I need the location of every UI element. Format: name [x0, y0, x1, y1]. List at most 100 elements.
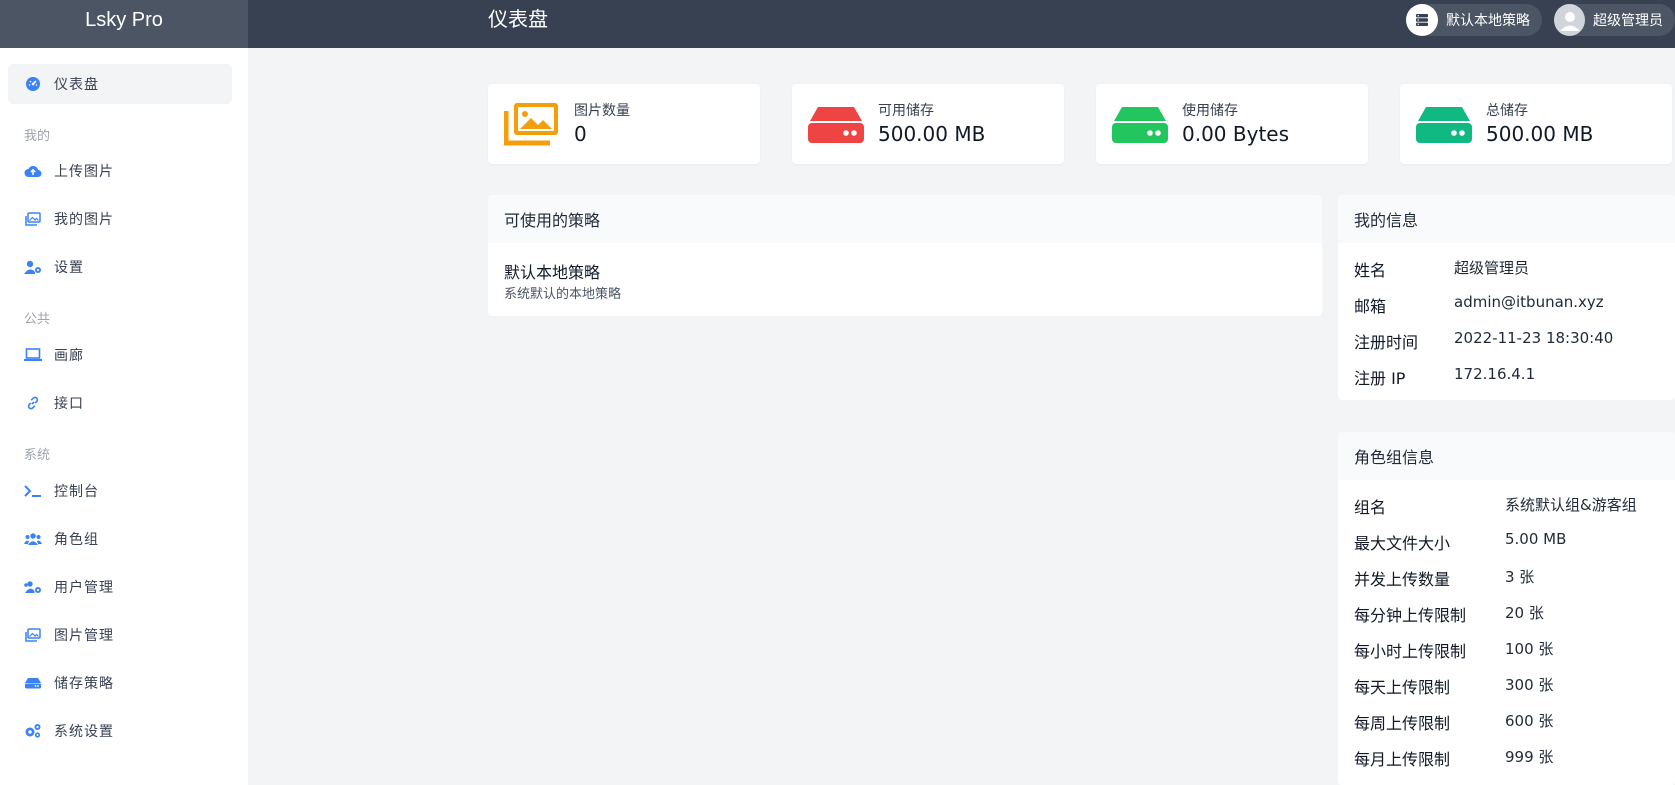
stat-card-image-count: 图片数量 0 — [488, 84, 760, 164]
policy-selector-label: 默认本地策略 — [1446, 13, 1530, 29]
stat-label: 使用储存 — [1182, 103, 1238, 119]
sidebar: 仪表盘 我的 上传图片 我的图片 设置 公共 画廊 接口 系统 控制台 角色组 … — [0, 48, 248, 785]
role-key: 最大文件大小 — [1354, 534, 1451, 553]
stat-label: 可用储存 — [878, 103, 934, 119]
info-value: 超级管理员 — [1454, 259, 1530, 277]
sidebar-item-label: 用户管理 — [54, 580, 114, 596]
stat-label: 总储存 — [1486, 103, 1528, 119]
stat-value: 0 — [574, 122, 587, 146]
role-row: 每天上传限制 300 张 — [1354, 674, 1553, 698]
role-value: 20 张 — [1505, 604, 1544, 622]
sidebar-item-label: 画廊 — [54, 348, 84, 364]
sidebar-item-gallery[interactable]: 画廊 — [8, 335, 232, 375]
role-value: 100 张 — [1505, 640, 1554, 658]
laptop-icon — [24, 347, 42, 363]
sidebar-item-my-images[interactable]: 我的图片 — [8, 199, 232, 239]
role-key: 每天上传限制 — [1354, 678, 1451, 697]
link-icon — [24, 395, 42, 411]
role-row: 组名 系统默认组&游客组 — [1354, 494, 1637, 518]
hard-drive-icon — [1416, 103, 1472, 147]
sidebar-item-user-management[interactable]: 用户管理 — [8, 567, 232, 607]
info-value: admin@itbunan.xyz — [1454, 293, 1604, 311]
role-value: 999 张 — [1505, 748, 1554, 766]
stat-card-available-storage: 可用储存 500.00 MB — [792, 84, 1064, 164]
users-icon — [24, 531, 42, 547]
panel-title: 角色组信息 — [1338, 432, 1675, 480]
role-key: 每月上传限制 — [1354, 750, 1451, 769]
panel-title: 可使用的策略 — [488, 195, 1322, 243]
role-row: 每分钟上传限制 20 张 — [1354, 602, 1544, 626]
page-title: 仪表盘 — [488, 7, 548, 31]
cloud-upload-icon — [24, 163, 42, 179]
info-row: 注册 IP 172.16.4.1 — [1354, 365, 1535, 389]
info-row: 姓名 超级管理员 — [1354, 257, 1529, 281]
images-icon — [24, 627, 42, 643]
sidebar-item-api[interactable]: 接口 — [8, 383, 232, 423]
role-key: 组名 — [1354, 498, 1387, 517]
policies-panel: 可使用的策略 默认本地策略 系统默认的本地策略 — [488, 195, 1322, 316]
role-row: 每小时上传限制 100 张 — [1354, 638, 1553, 662]
sidebar-item-image-management[interactable]: 图片管理 — [8, 615, 232, 655]
cogs-icon — [24, 723, 42, 739]
sidebar-item-console[interactable]: 控制台 — [8, 471, 232, 511]
hard-drive-icon — [24, 675, 42, 691]
role-value: 5.00 MB — [1505, 530, 1567, 548]
gauge-icon — [24, 76, 42, 92]
role-value: 600 张 — [1505, 712, 1554, 730]
role-row: 并发上传数量 3 张 — [1354, 566, 1534, 590]
role-key: 每周上传限制 — [1354, 714, 1451, 733]
role-value: 系统默认组&游客组 — [1505, 496, 1637, 514]
stat-value: 500.00 MB — [878, 122, 986, 146]
terminal-icon — [24, 483, 42, 499]
role-row: 每周上传限制 600 张 — [1354, 710, 1553, 734]
role-key: 并发上传数量 — [1354, 570, 1451, 589]
top-bar: Lsky Pro 仪表盘 默认本地策略 超级管理员 — [0, 0, 1675, 48]
info-row: 邮箱 admin@itbunan.xyz — [1354, 293, 1604, 317]
policy-description: 系统默认的本地策略 — [504, 287, 622, 302]
role-row: 最大文件大小 5.00 MB — [1354, 530, 1566, 554]
role-row: 每月上传限制 999 张 — [1354, 746, 1553, 770]
sidebar-item-roles[interactable]: 角色组 — [8, 519, 232, 559]
sidebar-item-dashboard[interactable]: 仪表盘 — [8, 64, 232, 104]
user-cog-icon — [24, 259, 42, 275]
sidebar-item-label: 接口 — [54, 396, 84, 412]
stat-value: 500.00 MB — [1486, 122, 1594, 146]
info-key: 姓名 — [1354, 261, 1387, 280]
info-row: 注册时间 2022-11-23 18:30:40 — [1354, 329, 1613, 353]
info-value: 172.16.4.1 — [1454, 365, 1536, 383]
sidebar-item-label: 系统设置 — [54, 724, 114, 740]
sidebar-item-settings[interactable]: 设置 — [8, 247, 232, 287]
role-value: 300 张 — [1505, 676, 1554, 694]
sidebar-item-label: 设置 — [54, 260, 84, 276]
avatar — [1554, 4, 1585, 36]
sidebar-item-label: 储存策略 — [54, 676, 114, 692]
user-menu-button[interactable]: 超级管理员 — [1554, 4, 1675, 36]
user-menu-label: 超级管理员 — [1593, 13, 1663, 29]
sidebar-item-label: 上传图片 — [54, 164, 114, 180]
info-value: 2022-11-23 18:30:40 — [1454, 329, 1614, 347]
brand-logo[interactable]: Lsky Pro — [0, 0, 248, 48]
policy-selector-button[interactable]: 默认本地策略 — [1406, 4, 1542, 36]
info-key: 注册 IP — [1354, 369, 1406, 388]
stat-card-used-storage: 使用储存 0.00 Bytes — [1096, 84, 1368, 164]
hard-drive-icon — [1112, 103, 1168, 147]
images-icon — [24, 211, 42, 227]
images-icon — [503, 103, 560, 147]
sidebar-item-upload[interactable]: 上传图片 — [8, 151, 232, 191]
sidebar-item-label: 图片管理 — [54, 628, 114, 644]
info-key: 邮箱 — [1354, 297, 1387, 316]
stat-card-total-storage: 总储存 500.00 MB — [1400, 84, 1672, 164]
hard-drive-icon — [808, 103, 864, 147]
users-cog-icon — [24, 579, 42, 595]
sidebar-item-storage-policies[interactable]: 储存策略 — [8, 663, 232, 703]
sidebar-item-label: 仪表盘 — [54, 77, 99, 93]
role-value: 3 张 — [1505, 568, 1535, 586]
sidebar-item-label: 我的图片 — [54, 212, 114, 228]
section-public: 公共 — [24, 312, 51, 327]
role-key: 每小时上传限制 — [1354, 642, 1467, 661]
info-key: 注册时间 — [1354, 333, 1419, 352]
sidebar-item-label: 控制台 — [54, 484, 99, 500]
sidebar-item-system-settings[interactable]: 系统设置 — [8, 711, 232, 751]
my-info-panel: 我的信息 姓名 超级管理员 邮箱 admin@itbunan.xyz 注册时间 … — [1338, 195, 1675, 400]
section-system: 系统 — [24, 448, 51, 463]
